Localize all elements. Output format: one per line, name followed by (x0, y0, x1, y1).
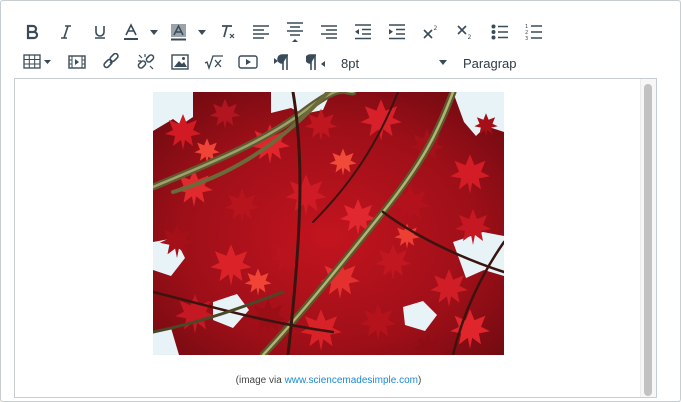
numbered-list-icon: 1 2 3 (525, 24, 542, 41)
caption-suffix: ) (417, 375, 422, 386)
maple-leaves-photo (153, 92, 504, 355)
video-button[interactable] (235, 49, 261, 75)
subscript-button[interactable]: 2 (452, 19, 478, 45)
subscript-icon: 2 (457, 25, 472, 41)
underline-button[interactable] (87, 19, 113, 45)
media-icon (68, 55, 86, 69)
bold-icon (26, 24, 39, 40)
superscript-icon: 2 (423, 25, 438, 39)
bullet-list-button[interactable] (487, 19, 513, 45)
underline-icon (95, 26, 105, 39)
italic-icon (61, 25, 71, 39)
chevron-down-icon (150, 29, 158, 35)
block-format-value: Paragraph (463, 55, 517, 71)
rtl-icon (306, 54, 325, 70)
scrollbar-thumb[interactable] (644, 84, 652, 396)
align-right-button[interactable] (316, 19, 342, 45)
chevron-down-icon (439, 60, 447, 65)
align-center-icon (287, 22, 303, 42)
outdent-button[interactable] (350, 19, 376, 45)
bullet-list-icon (491, 24, 508, 40)
math-equation-button[interactable] (201, 49, 227, 75)
rich-text-editor: 2 2 1 2 3 8pt Paragrap (image via www.sc… (0, 0, 681, 402)
align-center-button[interactable] (282, 19, 308, 45)
math-equation-icon (204, 55, 223, 70)
ltr-button[interactable] (269, 49, 295, 75)
numbered-list-button[interactable]: 1 2 3 (521, 19, 547, 45)
italic-button[interactable] (53, 19, 79, 45)
image-button[interactable] (167, 49, 193, 75)
clear-formatting-icon (222, 25, 235, 39)
image-caption: (image via www.sciencemadesimple.com) (15, 375, 642, 386)
link-icon (103, 53, 119, 69)
font-size-value: 8pt (341, 55, 360, 71)
text-color-dropdown[interactable] (149, 27, 159, 37)
font-size-select[interactable]: 8pt (341, 51, 451, 75)
svg-text:3: 3 (525, 36, 528, 41)
chevron-down-icon (198, 29, 206, 35)
image-icon (171, 54, 189, 70)
svg-text:2: 2 (434, 25, 438, 32)
text-color-icon (124, 23, 138, 40)
svg-text:2: 2 (468, 34, 472, 41)
outdent-icon (355, 24, 371, 40)
block-format-select[interactable]: Paragraph (463, 51, 517, 75)
caption-link[interactable]: www.sciencemadesimple.com (285, 375, 418, 386)
video-icon (238, 55, 258, 69)
unlink-button[interactable] (133, 49, 159, 75)
bold-button[interactable] (19, 19, 45, 45)
link-button[interactable] (98, 49, 124, 75)
editor-scrollbar[interactable] (640, 79, 656, 397)
clear-formatting-button[interactable] (215, 19, 241, 45)
table-button[interactable] (21, 49, 55, 75)
rtl-button[interactable] (303, 49, 329, 75)
background-color-dropdown[interactable] (197, 27, 207, 37)
align-left-button[interactable] (248, 19, 274, 45)
media-button[interactable] (64, 49, 90, 75)
indent-button[interactable] (384, 19, 410, 45)
superscript-button[interactable]: 2 (418, 19, 444, 45)
autumn-leaves-image[interactable] (153, 92, 504, 355)
caption-prefix: (image via (235, 375, 285, 386)
text-color-button[interactable] (118, 19, 144, 45)
align-right-icon (321, 25, 337, 39)
ltr-icon (274, 54, 288, 70)
align-left-icon (253, 25, 269, 39)
unlink-icon (137, 54, 155, 70)
editor-content-area[interactable]: (image via www.sciencemadesimple.com) (14, 78, 657, 398)
indent-icon (389, 24, 405, 40)
table-icon (23, 54, 51, 69)
background-color-button[interactable] (166, 19, 192, 45)
background-color-icon (171, 24, 186, 41)
